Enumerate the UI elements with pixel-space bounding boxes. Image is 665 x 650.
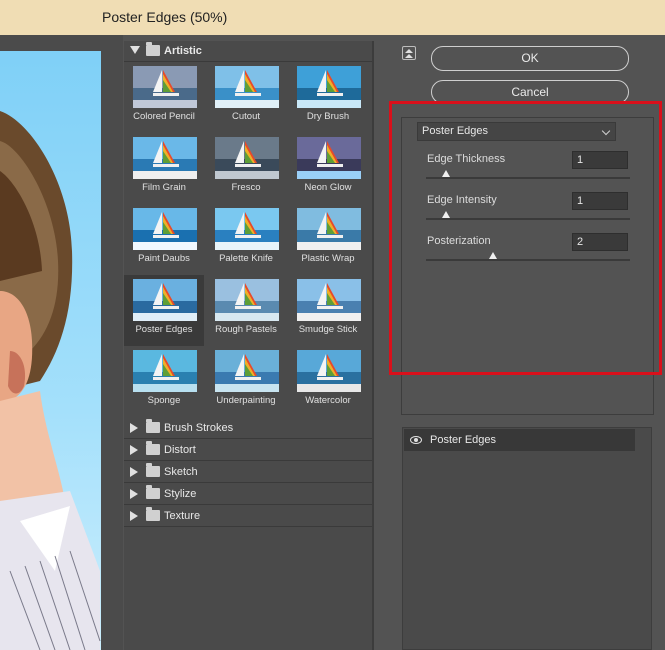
filter-thumb-label: Smudge Stick <box>298 324 358 335</box>
filter-thumb-sponge[interactable]: Sponge <box>124 346 204 417</box>
filter-thumb-label: Fresco <box>231 182 261 193</box>
thumbnail-image <box>297 279 361 321</box>
thumbnail-image <box>215 350 279 392</box>
filter-thumb-label: Colored Pencil <box>133 111 195 122</box>
collapsed-arrow-icon <box>130 423 138 433</box>
filter-thumb-label: Dry Brush <box>306 111 350 122</box>
filter-thumb-plastic-wrap[interactable]: Plastic Wrap <box>288 204 368 275</box>
collapsed-arrow-icon <box>130 467 138 477</box>
filter-thumb-label: Rough Pastels <box>215 324 277 335</box>
filter-thumb-film-grain[interactable]: Film Grain <box>124 133 204 204</box>
filter-thumb-label: Paint Daubs <box>138 253 190 264</box>
thumbnail-image <box>297 66 361 108</box>
filter-thumb-label: Plastic Wrap <box>301 253 355 264</box>
collapsed-arrow-icon <box>130 511 138 521</box>
highlight-box <box>389 101 662 375</box>
thumbnail-image <box>215 137 279 179</box>
category-distort[interactable]: Distort <box>124 440 372 461</box>
title-bar: Poster Edges (50%) <box>0 0 665 35</box>
thumbnail-image <box>215 279 279 321</box>
filter-thumb-fresco[interactable]: Fresco <box>206 133 286 204</box>
filter-thumb-smudge-stick[interactable]: Smudge Stick <box>288 275 368 346</box>
category-label: Texture <box>164 510 201 522</box>
category-stylize[interactable]: Stylize <box>124 484 372 505</box>
category-label: Distort <box>164 444 196 456</box>
expand-arrow-icon <box>130 46 140 54</box>
thumbnail-image <box>133 137 197 179</box>
thumbnail-image <box>133 208 197 250</box>
filter-thumb-poster-edges[interactable]: Poster Edges <box>124 275 204 346</box>
category-sketch[interactable]: Sketch <box>124 462 372 483</box>
filter-thumb-label: Neon Glow <box>304 182 352 193</box>
collapse-gallery-icon[interactable] <box>402 46 416 60</box>
filter-thumb-label: Poster Edges <box>135 324 193 335</box>
ok-button[interactable]: OK <box>431 46 629 71</box>
filter-thumb-colored-pencil[interactable]: Colored Pencil <box>124 62 204 133</box>
effect-layer-label: Poster Edges <box>430 434 497 446</box>
thumbnail-image <box>215 66 279 108</box>
filter-thumb-label: Film Grain <box>142 182 186 193</box>
preview-image[interactable] <box>0 51 101 650</box>
thumbnail-image <box>133 350 197 392</box>
collapsed-arrow-icon <box>130 489 138 499</box>
filter-thumb-dry-brush[interactable]: Dry Brush <box>288 62 368 133</box>
folder-icon <box>146 507 160 521</box>
filter-thumb-neon-glow[interactable]: Neon Glow <box>288 133 368 204</box>
filter-thumb-underpainting[interactable]: Underpainting <box>206 346 286 417</box>
thumbnail-image <box>133 66 197 108</box>
folder-icon <box>146 42 160 56</box>
thumbnail-image <box>133 279 197 321</box>
category-label: Artistic <box>164 45 202 57</box>
thumbnail-image <box>215 208 279 250</box>
category-texture[interactable]: Texture <box>124 506 372 527</box>
category-brush-strokes[interactable]: Brush Strokes <box>124 418 372 439</box>
collapsed-arrow-icon <box>130 445 138 455</box>
filter-thumb-label: Sponge <box>147 395 181 406</box>
window-title: Poster Edges (50%) <box>102 9 228 25</box>
filter-thumb-paint-daubs[interactable]: Paint Daubs <box>124 204 204 275</box>
filter-thumb-label: Underpainting <box>216 395 276 406</box>
category-label: Brush Strokes <box>164 422 234 434</box>
filter-thumb-label: Palette Knife <box>219 253 273 264</box>
folder-icon <box>146 463 160 477</box>
folder-icon <box>146 441 160 455</box>
filter-thumb-watercolor[interactable]: Watercolor <box>288 346 368 417</box>
thumbnail-image <box>297 137 361 179</box>
effect-layer-row[interactable]: Poster Edges <box>404 429 635 451</box>
category-artistic[interactable]: Artistic <box>124 41 372 62</box>
category-label: Sketch <box>164 466 198 478</box>
thumbnail-image <box>297 208 361 250</box>
folder-icon <box>146 485 160 499</box>
eye-icon[interactable] <box>410 436 422 444</box>
category-label: Stylize <box>164 488 197 500</box>
preview-illustration <box>0 111 101 650</box>
folder-icon <box>146 419 160 433</box>
filter-thumb-rough-pastels[interactable]: Rough Pastels <box>206 275 286 346</box>
filter-thumb-label: Cutout <box>232 111 260 122</box>
filter-thumb-label: Watercolor <box>305 395 351 406</box>
effect-layers-panel <box>402 427 652 650</box>
thumbnail-image <box>297 350 361 392</box>
filter-thumb-cutout[interactable]: Cutout <box>206 62 286 133</box>
preview-pane[interactable] <box>0 35 123 650</box>
filter-thumb-palette-knife[interactable]: Palette Knife <box>206 204 286 275</box>
filter-gallery: Artistic Colored Pencil Cutout Dry Brush Fi… <box>124 41 374 650</box>
